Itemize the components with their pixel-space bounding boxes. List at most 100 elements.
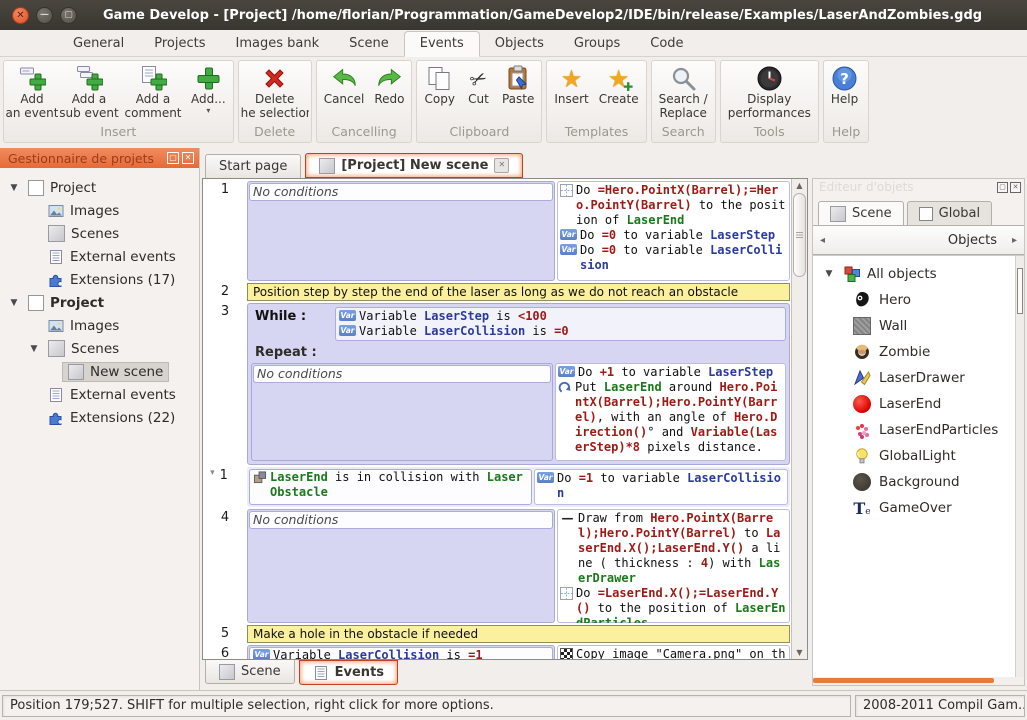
object-item-laserendparticles[interactable]: LaserEndParticles [813, 417, 1024, 443]
editor-tab-start-page[interactable]: Start page [205, 154, 301, 178]
actions-region[interactable]: Do =Hero.PointX(Barrel);=Hero.PointY(Bar… [557, 181, 790, 281]
toolbar-button-insert-template[interactable]: ★Insert [549, 63, 593, 123]
event-condition[interactable]: VarVariable LaserStep is <100 [339, 309, 782, 324]
conditions-box[interactable]: No conditions [249, 511, 553, 529]
event-condition[interactable]: VarVariable LaserCollision is =1 [253, 648, 549, 659]
toolbar-button-redo[interactable]: Redo [369, 63, 409, 123]
toolbar-button-add-more[interactable]: Add...▾ [186, 63, 231, 123]
nav-left-icon[interactable]: ◂ [817, 235, 828, 246]
object-item-laserend[interactable]: LaserEnd [813, 391, 1024, 417]
scrollbar-thumb[interactable] [793, 193, 806, 277]
conditions-region[interactable]: No conditions [247, 181, 555, 281]
event-action[interactable]: —Draw from Hero.PointX(Barrel);Hero.Poin… [560, 511, 787, 586]
panel-close-icon[interactable]: ✕ [1010, 182, 1021, 193]
actions-region[interactable]: VarDo =1 to variable LaserCollision [534, 469, 788, 505]
event-action[interactable]: VarDo +1 to variable LaserStep [558, 365, 783, 380]
conditions-region[interactable]: No conditions [251, 363, 553, 461]
conditions-region[interactable]: VarVariable LaserCollision is =1 [247, 645, 555, 659]
object-item-gameover[interactable]: TeGameOver [813, 495, 1024, 521]
tree-item-external-events[interactable]: External events [0, 383, 199, 406]
event-row-2[interactable]: 2Position step by step the end of the la… [203, 283, 792, 301]
objects-scope-tab-scene[interactable]: Scene [818, 201, 904, 226]
toolbar-button-add-sub-event[interactable]: Add asub event [58, 63, 120, 123]
event-action[interactable]: VarDo =1 to variable LaserCollision [537, 471, 785, 501]
toolbar-button-add-comment[interactable]: Add acomment [120, 63, 186, 123]
conditions-region[interactable]: No conditions [247, 509, 555, 623]
event-row-7[interactable]: 6VarVariable LaserCollision is =1Copy im… [203, 645, 792, 659]
tree-item-scenes[interactable]: Scenes [0, 222, 199, 245]
objects-horizontal-scrollbar[interactable] [813, 677, 1024, 685]
toolbar-button-add-event[interactable]: Addan event [6, 63, 58, 123]
expander-arrow-icon[interactable]: ▼ [6, 298, 22, 308]
event-action[interactable]: VarDo =0 to variable LaserStep [560, 228, 787, 243]
scroll-down-icon[interactable]: ▼ [792, 646, 807, 659]
objects-scrollbar[interactable] [1015, 256, 1024, 677]
conditions-box[interactable]: VarVariable LaserCollision is =1 [249, 647, 553, 659]
tree-item-images[interactable]: Images [0, 199, 199, 222]
event-action[interactable]: Copy image "Camera.png" on the [560, 647, 787, 659]
event-condition[interactable]: LaserEnd is in collision with LaserObsta… [253, 470, 528, 500]
actions-region[interactable]: VarDo +1 to variable LaserStepPut LaserE… [555, 363, 786, 461]
event-row-6[interactable]: 5Make a hole in the obstacle if needed [203, 625, 792, 643]
window-minimize-button[interactable]: — [36, 7, 53, 24]
tree-item-new-scene[interactable]: New scene [0, 360, 199, 383]
window-maximize-button[interactable]: ▢ [60, 7, 77, 24]
panel-float-icon[interactable]: ▢ [167, 152, 179, 164]
fold-arrow-icon[interactable]: ▾ [210, 468, 215, 507]
window-close-button[interactable]: ✕ [12, 7, 29, 24]
conditions-box[interactable]: LaserEnd is in collision with LaserObsta… [249, 469, 532, 505]
editor-bottom-tab-events[interactable]: Events [299, 660, 398, 685]
toolbar-button-copy[interactable]: Copy [419, 63, 459, 123]
close-tab-icon[interactable]: ✕ [494, 158, 509, 173]
events-scrollbar[interactable]: ▲ ▼ [791, 179, 807, 659]
actions-region[interactable]: —Draw from Hero.PointX(Barrel);Hero.Poin… [557, 509, 790, 623]
panel-float-icon[interactable]: ▢ [997, 182, 1008, 193]
tree-item-project[interactable]: ▼Project [0, 291, 199, 314]
toolbar-button-search-replace[interactable]: Search /Replace [654, 63, 713, 123]
ribbon-tab-groups[interactable]: Groups [559, 32, 635, 56]
ribbon-tab-general[interactable]: General [58, 32, 139, 56]
event-row-4[interactable]: ▾1LaserEnd is in collision with LaserObs… [203, 467, 792, 507]
event-row-3[interactable]: 3While :VarVariable LaserStep is <100Var… [203, 303, 792, 465]
expander-arrow-icon[interactable]: ▼ [821, 269, 837, 279]
tree-item-extensions-22[interactable]: Extensions (22) [0, 406, 199, 429]
editor-tab-project-new-scene[interactable]: [Project] New scene✕ [305, 153, 523, 178]
toolbar-button-create-template[interactable]: ★✚Create [594, 63, 644, 123]
event-action[interactable]: VarDo =0 to variable LaserCollision [560, 243, 787, 273]
toolbar-button-cancel[interactable]: Cancel [319, 63, 370, 123]
toolbar-button-display-performances[interactable]: Displayperformances [723, 63, 816, 123]
objects-tab-label[interactable]: Objects [854, 233, 1009, 248]
ribbon-tab-code[interactable]: Code [635, 32, 698, 56]
tree-item-project[interactable]: ▼Project [0, 176, 199, 199]
ribbon-tab-projects[interactable]: Projects [139, 32, 220, 56]
while-conditions[interactable]: VarVariable LaserStep is <100VarVariable… [335, 307, 786, 341]
event-condition[interactable]: VarVariable LaserCollision is =0 [339, 324, 782, 339]
expander-arrow-icon[interactable]: ▼ [26, 344, 42, 354]
event-action[interactable]: Put LaserEnd around Hero.PointX(Barrel);… [558, 380, 783, 455]
ribbon-tab-events[interactable]: Events [404, 31, 480, 57]
object-item-hero[interactable]: Hero [813, 287, 1024, 313]
object-item-globallight[interactable]: GlobalLight [813, 443, 1024, 469]
scrollbar-thumb[interactable] [1017, 268, 1023, 314]
actions-region[interactable]: Copy image "Camera.png" on the [557, 645, 790, 659]
ribbon-tab-scene[interactable]: Scene [334, 32, 404, 56]
expander-arrow-icon[interactable]: ▼ [6, 183, 22, 193]
toolbar-button-delete-selection[interactable]: Deletethe selection [241, 63, 309, 123]
object-item-background[interactable]: Background [813, 469, 1024, 495]
objects-scope-tab-global[interactable]: Global [907, 201, 992, 226]
ribbon-tab-objects[interactable]: Objects [480, 32, 559, 56]
event-action[interactable]: Do =LaserEnd.X();=LaserEnd.Y() to the po… [560, 586, 787, 623]
conditions-box[interactable]: No conditions [253, 365, 551, 383]
objects-root-item[interactable]: ▼All objects [813, 256, 1024, 287]
event-row-5[interactable]: 4No conditions—Draw from Hero.PointX(Bar… [203, 509, 792, 623]
scrollbar-thumb[interactable] [813, 678, 994, 683]
toolbar-button-paste[interactable]: Paste [497, 63, 539, 123]
tree-item-extensions-17[interactable]: Extensions (17) [0, 268, 199, 291]
editor-bottom-tab-scene[interactable]: Scene [205, 660, 295, 684]
panel-close-icon[interactable]: ✕ [182, 152, 194, 164]
event-row-1[interactable]: 1No conditionsDo =Hero.PointX(Barrel);=H… [203, 181, 792, 281]
event-action[interactable]: Do =Hero.PointX(Barrel);=Hero.PointY(Bar… [560, 183, 787, 228]
conditions-box[interactable]: No conditions [249, 183, 553, 201]
tree-item-scenes[interactable]: ▼Scenes [0, 337, 199, 360]
ribbon-tab-images-bank[interactable]: Images bank [221, 32, 335, 56]
